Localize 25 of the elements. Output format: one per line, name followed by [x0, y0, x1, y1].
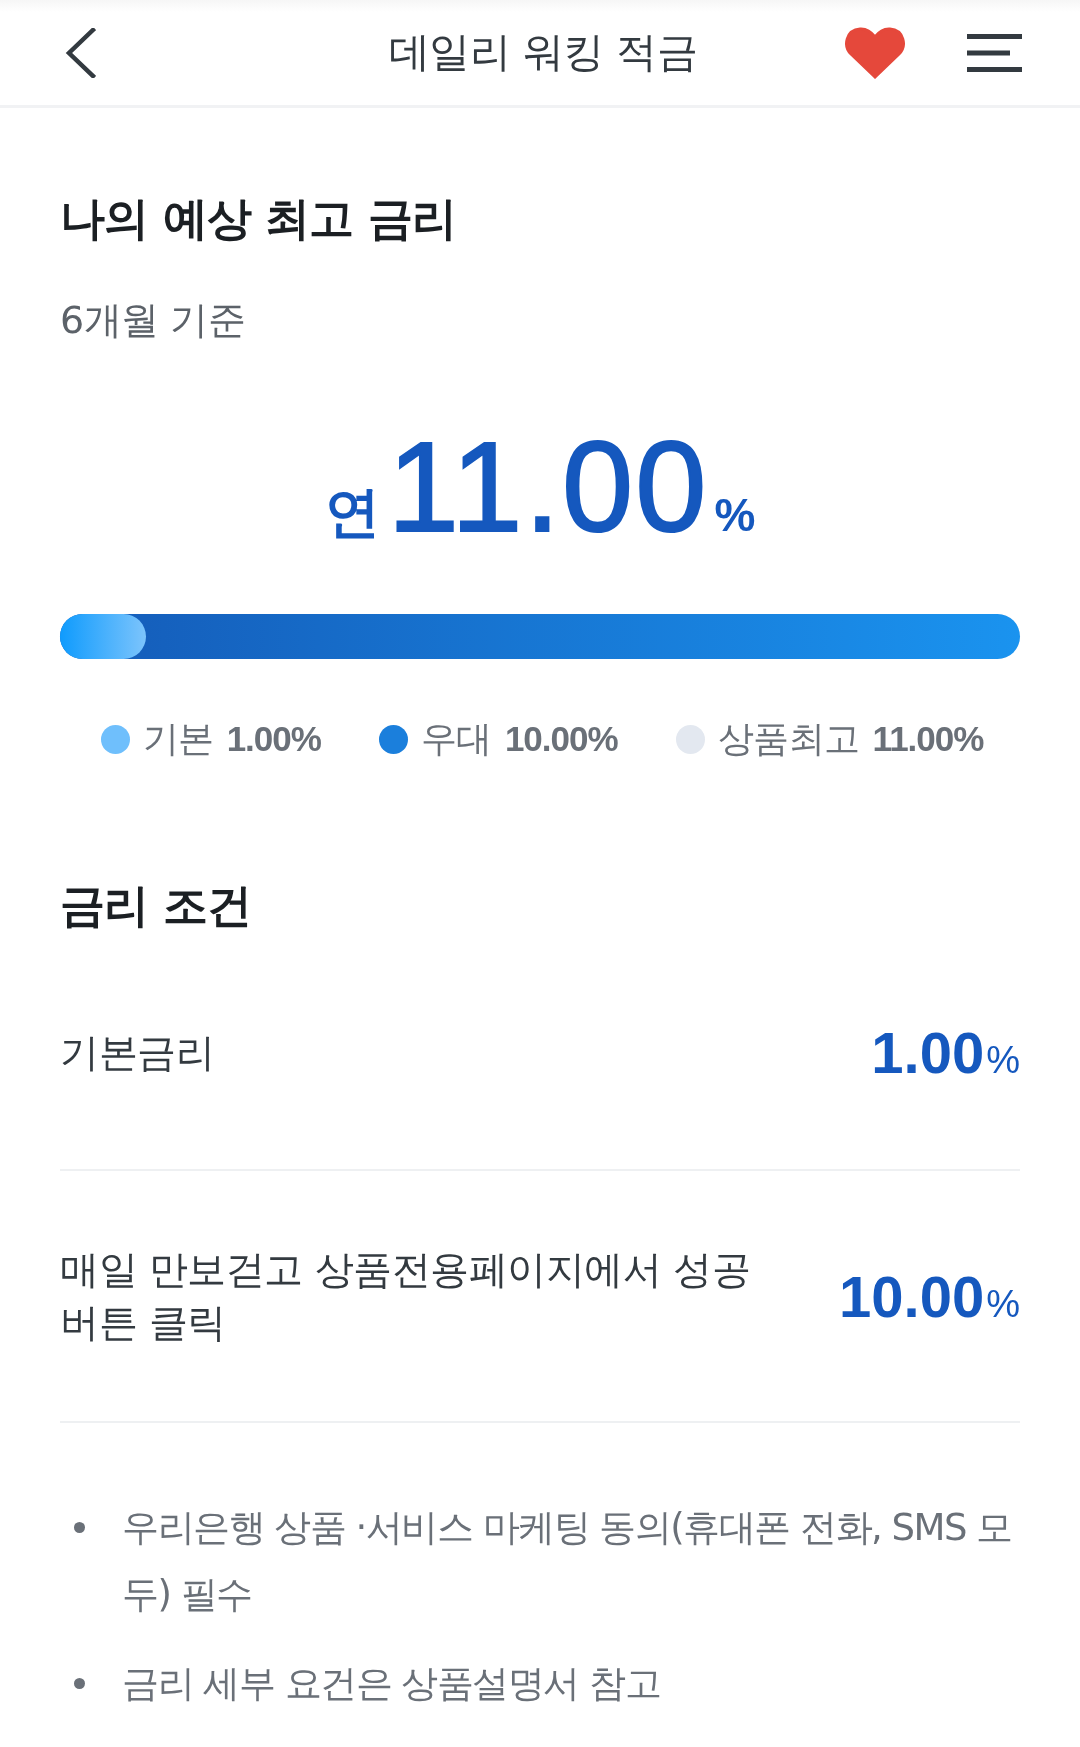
note-text: 우리은행 상품 ·서비스 마케팅 동의(휴대폰 전화, SMS 모두) 필수 [122, 1505, 1013, 1618]
period-caption: 6개월 기준 [60, 297, 247, 344]
condition-rate: 1.00 [871, 1019, 985, 1086]
bullet-icon [74, 1678, 85, 1689]
condition-label: 매일 만보걷고 상품전용페이지에서 성공 버튼 클릭 [60, 1246, 752, 1347]
section-heading: 금리 조건 [60, 878, 252, 934]
menu-icon [967, 33, 1022, 72]
legend-value: 11.00% [872, 718, 984, 760]
condition-rate: 10.00 [839, 1262, 985, 1330]
legend-value: 10.00% [504, 718, 618, 760]
legend-value: 1.00% [226, 718, 321, 760]
legend-label: 상품최고 [717, 717, 860, 761]
section-heading: 나의 예상 최고 금리 [60, 191, 457, 247]
percent-unit: % [986, 1039, 1020, 1082]
note-text: 금리 세부 요건은 상품설명서 참고 [122, 1661, 662, 1707]
percent-unit: % [714, 488, 756, 542]
condition-label: 기본금리 [60, 1029, 214, 1077]
page-title: 데일리 워킹 적금 [388, 27, 698, 78]
legend-label: 기본 [142, 717, 214, 761]
bullet-icon [74, 1522, 85, 1533]
rate-prefix: 연 [324, 479, 380, 546]
back-icon [64, 27, 96, 78]
max-rate-value: 11.00 [387, 421, 709, 553]
legend-label: 우대 [420, 717, 492, 761]
percent-unit: % [986, 1282, 1020, 1326]
